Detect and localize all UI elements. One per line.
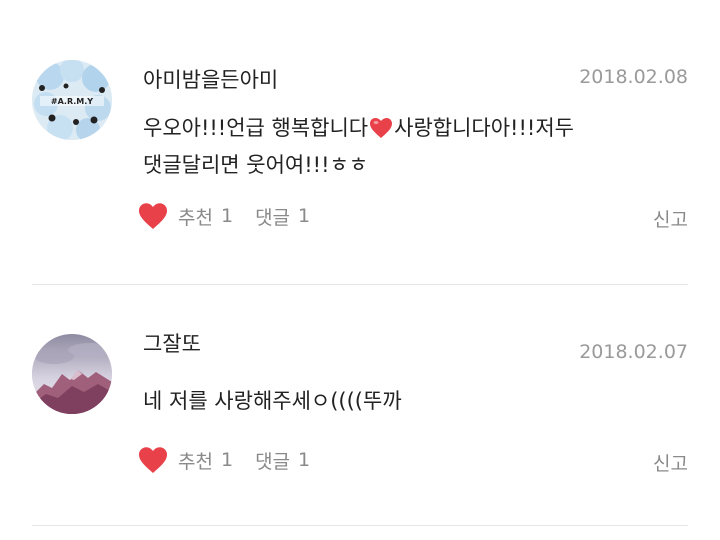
divider [32,525,688,526]
reply-count: 1 [298,205,311,227]
comment-actions: 추천 1 댓글 1 [138,446,310,474]
avatar-logo-text: #A.R.M.Y [51,97,93,106]
reply-label[interactable]: 댓글 [255,203,290,230]
comment-text-line: 댓글달리면 웃어여!!!ㅎㅎ [143,153,369,177]
red-heart-emoji-icon [369,116,393,149]
comment-text: 우오아!!!언급 행복합니다 사랑합니다아!!!저두 댓글달리면 웃어여!!!ㅎㅎ [143,112,688,182]
like-label[interactable]: 추천 [178,203,213,230]
like-count: 1 [220,449,234,471]
comment-item: 그잘또 2018.02.07 네 저를 사랑해주세ㅇ((((뚜까 추천 1 댓글… [0,286,720,526]
like-count: 1 [220,205,234,227]
comment-actions: 추천 1 댓글 1 [138,202,310,230]
avatar[interactable] [32,334,112,414]
avatar[interactable]: #A.R.M.Y [32,60,112,140]
comment-text-part: 사랑합니다아!!!저두 [394,116,574,140]
comment-date: 2018.02.08 [579,66,688,88]
username[interactable]: 아미밤을든아미 [143,64,278,94]
report-button[interactable]: 신고 [653,449,688,476]
comment-text: 네 저를 사랑해주세ㅇ((((뚜까 [143,385,688,418]
heart-icon[interactable] [138,446,168,474]
comment-text-line: 네 저를 사랑해주세ㅇ((((뚜까 [143,389,402,413]
reply-count: 1 [298,449,311,471]
divider [32,284,688,285]
comment-item: #A.R.M.Y 아미밤을든아미 2018.02.08 우오아!!!언급 행복합… [0,0,720,285]
like-label[interactable]: 추천 [178,447,213,474]
heart-icon[interactable] [138,202,168,230]
report-button[interactable]: 신고 [653,205,688,232]
reply-label[interactable]: 댓글 [255,447,290,474]
comment-text-part: 우오아!!!언급 행복합니다 [143,116,369,140]
username[interactable]: 그잘또 [143,328,201,358]
comment-date: 2018.02.07 [579,341,688,363]
